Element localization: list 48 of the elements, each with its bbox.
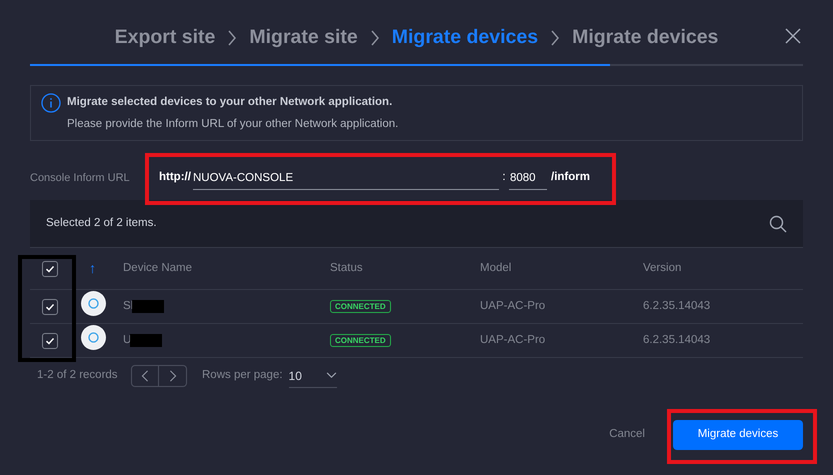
access-point-icon	[81, 324, 106, 350]
table-cell: UAP-AC-Pro	[480, 300, 546, 312]
checkbox[interactable]	[42, 332, 58, 348]
check-icon	[44, 336, 54, 346]
step-tab[interactable]: Migrate devices	[392, 23, 538, 53]
rows-per-page-dropdown[interactable]: 10	[288, 364, 337, 388]
search-icon[interactable]	[769, 214, 787, 232]
port-separator: :	[501, 170, 507, 186]
chevron-left-icon	[141, 370, 149, 382]
port-input-field[interactable]: 8080	[509, 166, 547, 190]
chevron-right-icon	[370, 30, 380, 46]
host-input-field[interactable]: NUOVA-CONSOLE	[193, 166, 499, 190]
column-header[interactable]: Device Name	[123, 262, 192, 274]
migrate-button[interactable]: Migrate devices	[673, 420, 803, 450]
chevron-right-icon	[168, 370, 176, 382]
sort-arrow-icon[interactable]: ↑	[89, 260, 96, 276]
column-header[interactable]: Version	[643, 262, 682, 274]
record-count: 1-2 of 2 records	[37, 368, 119, 384]
chevron-right-icon	[227, 30, 238, 46]
next-page-button[interactable]	[159, 365, 187, 387]
chevron-down-icon	[326, 372, 337, 379]
checkbox[interactable]	[42, 260, 58, 276]
info-icon	[41, 93, 61, 113]
status-badge: CONNECTED	[330, 334, 391, 347]
table-cell: 6.2.35.14043	[643, 334, 710, 346]
column-header[interactable]: Model	[480, 262, 512, 274]
info-text: Please provide the Inform URL of your other Network application.	[67, 117, 398, 132]
access-point-icon	[81, 290, 106, 316]
check-icon	[44, 302, 54, 312]
url-suffix: /inform	[551, 170, 590, 186]
table-cell: 6.2.35.14043	[643, 300, 710, 312]
previous-page-button[interactable]	[131, 365, 159, 387]
check-icon	[44, 264, 54, 274]
column-header[interactable]: Status	[330, 262, 363, 274]
table-cell: UAP-AC-Pro	[480, 334, 546, 346]
info-title: Migrate selected devices to your other Network application.	[67, 95, 394, 110]
rows-per-page-label: Rows per page:	[202, 368, 283, 384]
chevron-right-icon	[550, 30, 560, 46]
field-label: Console Inform URL	[30, 170, 131, 186]
url-scheme: http://	[159, 170, 192, 186]
checkbox[interactable]	[42, 298, 58, 314]
step-tab[interactable]: Export site	[114, 23, 216, 53]
status-badge: CONNECTED	[330, 300, 391, 313]
cancel-button[interactable]: Cancel	[609, 420, 645, 450]
step-tab[interactable]: Migrate site	[249, 23, 358, 53]
selection-count: Selected 2 of 2 items.	[46, 216, 157, 231]
step-tab[interactable]: Migrate devices	[572, 23, 718, 53]
close-icon[interactable]	[783, 26, 803, 46]
